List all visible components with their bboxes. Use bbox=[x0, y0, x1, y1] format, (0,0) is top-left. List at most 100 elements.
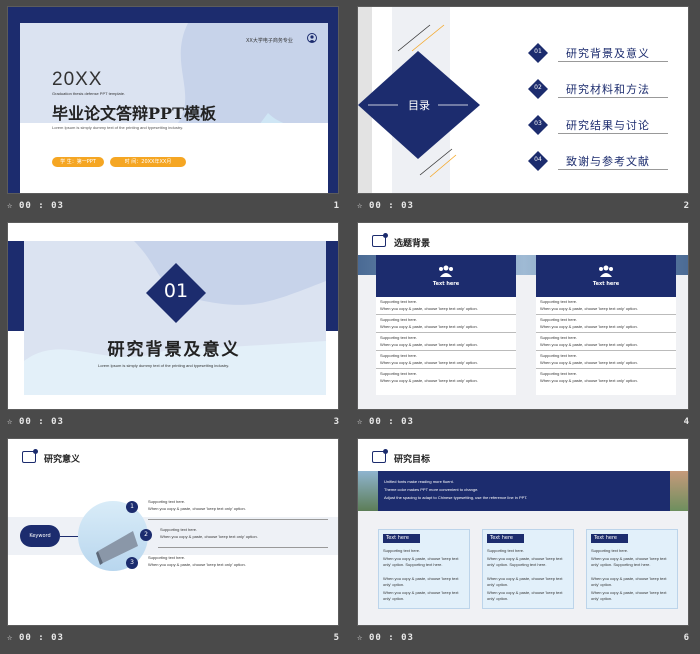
date-badge: 时 间：20XX年XX月 bbox=[110, 157, 186, 167]
toc-num: 02 bbox=[534, 84, 542, 91]
slide-2-caption: ☆ 00 : 03 2 bbox=[357, 198, 689, 218]
text-box-2: Text here Supporting text here. When you… bbox=[482, 529, 574, 609]
card-right: Text here Supporting text here. When you… bbox=[536, 255, 676, 395]
card-line: Supporting text here. bbox=[380, 353, 418, 358]
slide-timing: 00 : 03 bbox=[19, 201, 64, 211]
divider bbox=[376, 332, 516, 333]
slide-number: 2 bbox=[683, 201, 689, 211]
box-line: Supporting text here. bbox=[487, 548, 525, 553]
slide-thumbnail-1[interactable]: XX大学电子商务专业 20XX Graduation thesis defens… bbox=[7, 6, 339, 222]
slide-heading: 选题背景 bbox=[394, 239, 431, 249]
slide-thumbnail-4[interactable]: 选题背景 Text here Supporting text here. Whe… bbox=[357, 222, 689, 438]
box-line: Supporting text here. bbox=[591, 548, 629, 553]
slide-heading: 研究目标 bbox=[394, 455, 431, 465]
box-line: When you copy & paste, choose 'keep text… bbox=[383, 576, 459, 587]
white-panel bbox=[20, 123, 328, 179]
card-title: Text here bbox=[592, 281, 620, 287]
slide-timing: 00 : 03 bbox=[369, 201, 414, 211]
toc-divider bbox=[558, 169, 668, 170]
banner-line: Theme color makes PPT more convenient to… bbox=[384, 487, 479, 492]
slide-4-caption: ☆ 00 : 03 4 bbox=[357, 414, 689, 434]
slide-2-canvas: 目录 01 研究背景及意义 02 研究材料和方法 03 研究结果与讨论 04 致… bbox=[357, 6, 689, 194]
photo-right bbox=[670, 471, 688, 511]
point-number-1: 1 bbox=[126, 501, 138, 513]
point-number-2: 2 bbox=[140, 529, 152, 541]
slide-1-canvas: XX大学电子商务专业 20XX Graduation thesis defens… bbox=[7, 6, 339, 194]
banner-line: Unified fonts make reading more fluent. bbox=[384, 479, 454, 484]
card-line: Supporting text here. bbox=[540, 371, 578, 376]
box-line: When you copy & paste, choose 'keep text… bbox=[383, 590, 459, 601]
slide-6-caption: ☆ 00 : 03 6 bbox=[357, 630, 689, 650]
transition-icon: ☆ bbox=[7, 417, 13, 427]
box-title: Text here bbox=[487, 534, 524, 543]
lorem-text: Lorem Ipsum is simply dummy text of the … bbox=[52, 125, 184, 130]
card-line: Supporting text here. bbox=[380, 371, 418, 376]
slide-number: 4 bbox=[683, 417, 689, 427]
card-line: When you copy & paste, choose 'keep text… bbox=[540, 378, 638, 383]
keyword-pill: Keyword bbox=[20, 525, 60, 547]
card-line: When you copy & paste, choose 'keep text… bbox=[380, 324, 478, 329]
divider bbox=[376, 350, 516, 351]
section-title: 研究背景及意义 bbox=[107, 340, 241, 360]
toc-num: 03 bbox=[534, 120, 542, 127]
slide-timing: 00 : 03 bbox=[369, 633, 414, 643]
card-line: When you copy & paste, choose 'keep text… bbox=[540, 360, 638, 365]
photo-left bbox=[358, 471, 378, 511]
toc-label: 研究材料和方法 bbox=[566, 83, 650, 96]
box-line: When you copy & paste, choose 'keep text… bbox=[591, 590, 667, 601]
connector bbox=[60, 536, 78, 537]
point-text: Supporting text here. bbox=[160, 527, 198, 532]
card-line: When you copy & paste, choose 'keep text… bbox=[380, 342, 478, 347]
slide-thumbnail-6[interactable]: 研究目标 Unified fonts make reading more flu… bbox=[357, 438, 689, 654]
text-box-1: Text here Supporting text here. When you… bbox=[378, 529, 470, 609]
slide-thumbnail-2[interactable]: 目录 01 研究背景及意义 02 研究材料和方法 03 研究结果与讨论 04 致… bbox=[357, 6, 689, 222]
divider bbox=[536, 368, 676, 369]
lorem-text: Lorem Ipsum is simply dummy text of the … bbox=[98, 363, 230, 368]
divider bbox=[158, 547, 328, 548]
toc-label: 致谢与参考文献 bbox=[566, 155, 650, 168]
slide-thumbnail-5[interactable]: 研究意义 Keyword 1 Supporting text here. Whe… bbox=[7, 438, 339, 654]
slide-number: 6 bbox=[683, 633, 689, 643]
slide-timing: 00 : 03 bbox=[369, 417, 414, 427]
divider bbox=[148, 519, 328, 520]
card-line: Supporting text here. bbox=[540, 317, 578, 322]
card-line: Supporting text here. bbox=[540, 335, 578, 340]
toc-num: 04 bbox=[534, 156, 542, 163]
slide-3-canvas: 01 研究背景及意义 Lorem Ipsum is simply dummy t… bbox=[7, 222, 339, 410]
card-line: When you copy & paste, choose 'keep text… bbox=[380, 378, 478, 383]
school-label: XX大学电子商务专业 bbox=[246, 38, 293, 44]
slide-1-caption: ☆ 00 : 03 1 bbox=[7, 198, 339, 218]
slide-thumbnail-3[interactable]: 01 研究背景及意义 Lorem Ipsum is simply dummy t… bbox=[7, 222, 339, 438]
banner-line: Adjust the spacing to adapt to Chinese t… bbox=[384, 495, 528, 500]
slide-number: 3 bbox=[333, 417, 339, 427]
user-icon bbox=[307, 33, 317, 43]
book-icon-dot bbox=[383, 449, 388, 454]
point-text: When you copy & paste, choose 'keep text… bbox=[160, 534, 258, 539]
subtitle-en: Graduation thesis defense PPT template. bbox=[52, 91, 126, 96]
card-line: Supporting text here. bbox=[380, 335, 418, 340]
toc-divider bbox=[558, 97, 668, 98]
box-title: Text here bbox=[383, 534, 420, 543]
slide-3-caption: ☆ 00 : 03 3 bbox=[7, 414, 339, 434]
toc-label: 研究背景及意义 bbox=[566, 47, 650, 60]
slide-6-canvas: 研究目标 Unified fonts make reading more flu… bbox=[357, 438, 689, 626]
card-line: When you copy & paste, choose 'keep text… bbox=[380, 360, 478, 365]
slide-timing: 00 : 03 bbox=[19, 417, 64, 427]
box-line: When you copy & paste, choose 'keep text… bbox=[487, 556, 563, 567]
slide-heading: 研究意义 bbox=[44, 455, 81, 465]
divider bbox=[536, 332, 676, 333]
divider bbox=[376, 368, 516, 369]
card-line: When you copy & paste, choose 'keep text… bbox=[380, 306, 478, 311]
point-number-3: 3 bbox=[126, 557, 138, 569]
toc-label: 研究结果与讨论 bbox=[566, 119, 650, 132]
main-title: 毕业论文答辩PPT模板 bbox=[52, 104, 216, 123]
slide-number: 1 bbox=[333, 201, 339, 211]
divider bbox=[376, 314, 516, 315]
right-band bbox=[328, 7, 338, 193]
box-line: When you copy & paste, choose 'keep text… bbox=[383, 556, 459, 567]
toc-title: 目录 bbox=[408, 99, 430, 112]
point-text: When you copy & paste, choose 'keep text… bbox=[148, 562, 246, 567]
box-line: When you copy & paste, choose 'keep text… bbox=[487, 576, 563, 587]
card-line: Supporting text here. bbox=[380, 299, 418, 304]
toc-divider bbox=[558, 61, 668, 62]
